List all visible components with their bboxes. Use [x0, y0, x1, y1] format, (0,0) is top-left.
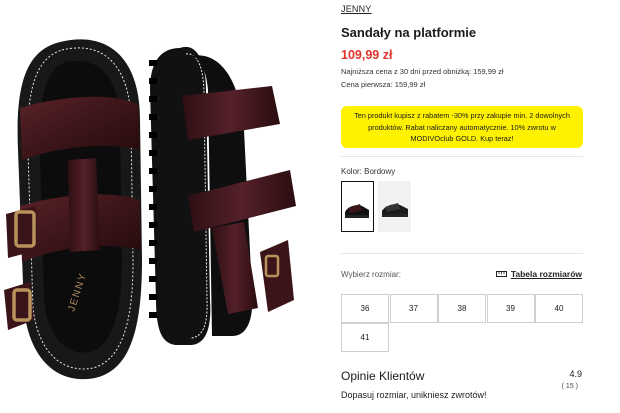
size-option-36[interactable]: 36: [341, 294, 389, 323]
size-option-39[interactable]: 39: [486, 294, 535, 323]
size-option-37[interactable]: 37: [389, 294, 438, 323]
product-title: Sandały na platformie: [341, 25, 477, 40]
sandal-photo: JENNY: [4, 39, 296, 380]
ruler-icon: [495, 271, 507, 277]
reviews-title[interactable]: Opinie Klientów: [341, 369, 424, 383]
swatch-thumbnail-alt: [382, 203, 408, 217]
reviews-subtitle: Dopasuj rozmiar, unikniesz zwrotów!: [341, 390, 487, 400]
product-price: 109,99 zł: [341, 48, 393, 62]
review-count: ( 15 ): [561, 383, 578, 390]
product-info: JENNY Sandały na platformie 109,99 zł Na…: [341, 0, 591, 413]
divider: [341, 253, 583, 254]
right-sandal: [149, 46, 296, 345]
left-sandal: [4, 39, 142, 380]
rating-value: 4.9: [569, 369, 582, 379]
color-label: Kolor: Bordowy: [341, 167, 396, 176]
size-label: Wybierz rozmiar:: [341, 270, 401, 279]
size-option-40[interactable]: 40: [535, 294, 583, 323]
size-option-41[interactable]: 41: [341, 323, 389, 352]
size-chart-label: Tabela rozmiarów: [510, 269, 582, 279]
promo-banner[interactable]: Ten produkt kupisz z rabatem -30% przy z…: [341, 106, 583, 148]
swatch-thumbnail: [345, 204, 369, 218]
brand-link[interactable]: JENNY: [341, 4, 372, 14]
lowest-price-note: Najniższa cena z 30 dni przed obniżką: 1…: [341, 67, 504, 76]
color-swatch-bordowy[interactable]: [341, 181, 374, 232]
size-chart-link[interactable]: Tabela rozmiarów: [495, 269, 582, 279]
divider: [341, 156, 583, 157]
color-swatch-alternate[interactable]: [378, 181, 411, 232]
product-image[interactable]: JENNY: [0, 0, 322, 413]
first-price-note: Cena pierwsza: 159,99 zł: [341, 80, 426, 89]
size-option-38[interactable]: 38: [438, 294, 486, 323]
